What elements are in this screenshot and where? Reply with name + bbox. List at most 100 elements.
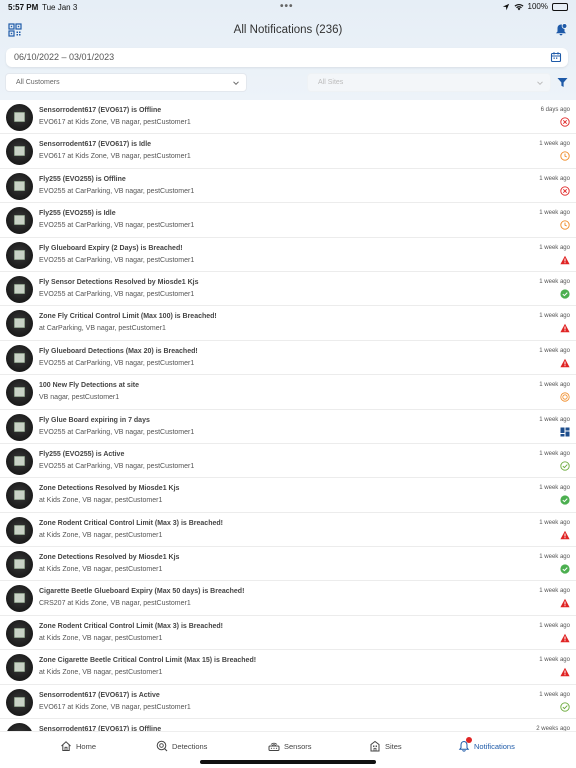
notification-time: 1 week ago bbox=[539, 485, 570, 492]
notification-title: Sensorrodent617 (EVO617) is Offline bbox=[39, 107, 162, 114]
notification-subtitle: EVO617 at Kids Zone, VB nagar, pestCusto… bbox=[39, 703, 191, 711]
wifi-icon bbox=[514, 3, 524, 10]
idle-clock-icon bbox=[560, 220, 570, 230]
sites-select[interactable]: All Sites bbox=[307, 73, 551, 92]
customers-select[interactable]: All Customers bbox=[5, 73, 247, 92]
offline-x-icon bbox=[560, 186, 570, 196]
notification-row[interactable]: 100 New Fly Detections at site VB nagar, … bbox=[0, 375, 576, 410]
check-circle-icon bbox=[560, 495, 570, 505]
notification-title: Zone Detections Resolved by Miosde1 Kjs bbox=[39, 554, 180, 562]
idle-clock-icon bbox=[560, 151, 570, 162]
notification-title: Zone Rodent Critical Control Limit (Max … bbox=[39, 622, 223, 630]
tab-home-label: Home bbox=[76, 741, 97, 751]
date-range-field[interactable]: 06/10/2022 – 03/01/2023 bbox=[6, 48, 568, 67]
notification-subtitle: EVO255 at CarParking, VB nagar, pestCust… bbox=[39, 222, 195, 230]
notification-row[interactable]: Zone Rodent Critical Control Limit (Max … bbox=[0, 616, 576, 651]
tab-sites[interactable]: Sites bbox=[369, 740, 402, 752]
tab-home[interactable]: Home bbox=[60, 740, 96, 752]
status-right: 100% bbox=[502, 2, 568, 11]
notification-title: Fly Glueboard Detections (Max 20) is Bre… bbox=[39, 347, 198, 355]
sensor-avatar bbox=[6, 241, 33, 269]
calendar-icon[interactable] bbox=[550, 51, 562, 63]
notification-row[interactable]: Sensorrodent617 (EVO617) is Active EVO617… bbox=[0, 685, 576, 720]
sensor-chip-icon bbox=[14, 421, 25, 432]
notification-row[interactable]: Fly Sensor Detections Resolved by Miosde… bbox=[0, 272, 576, 307]
notification-row[interactable]: Zone Detections Resolved by Miosde1 Kjs a… bbox=[0, 547, 576, 582]
notification-list[interactable]: Sensorrodent617 (EVO617) is Offline EVO61… bbox=[0, 100, 576, 731]
sensor-chip-icon bbox=[14, 180, 25, 191]
notification-title: Zone Rodent Critical Control Limit (Max … bbox=[39, 519, 223, 527]
notification-row[interactable]: Fly Glueboard Detections (Max 20) is Bre… bbox=[0, 341, 576, 376]
date-range-text: 06/10/2022 – 03/01/2023 bbox=[14, 52, 115, 62]
sensor-avatar bbox=[6, 688, 33, 716]
notification-time: 1 week ago bbox=[539, 588, 570, 595]
sensor-chip-icon bbox=[14, 696, 25, 707]
multitask-dots[interactable]: ••• bbox=[280, 1, 294, 12]
battery-icon bbox=[552, 2, 568, 11]
notification-time: 1 week ago bbox=[539, 278, 570, 285]
glueboard-grid-icon bbox=[560, 427, 570, 437]
notification-row[interactable]: Fly Glueboard Expiry (2 Days) is Breache… bbox=[0, 238, 576, 272]
notification-row[interactable]: Sensorrodent617 (EVO617) is Offline EVO61… bbox=[0, 100, 576, 135]
notification-time: 6 days ago bbox=[540, 107, 570, 113]
warning-triangle-icon bbox=[560, 668, 570, 677]
sensor-avatar bbox=[6, 516, 33, 544]
notification-row[interactable]: Fly Glue Board expiring in 7 days EVO255 … bbox=[0, 410, 576, 444]
notification-badge-dot bbox=[466, 737, 472, 743]
tab-sensors[interactable]: Sensors bbox=[268, 740, 312, 752]
sensor-avatar bbox=[6, 310, 33, 338]
sensor-avatar bbox=[6, 344, 33, 372]
notification-title: Zone Cigarette Beetle Critical Control L… bbox=[39, 657, 257, 665]
notification-row[interactable]: Fly255 (EVO255) is Offline EVO255 at CarP… bbox=[0, 169, 576, 204]
sensor-chip-icon bbox=[14, 352, 25, 363]
notification-title: Fly Glueboard Expiry (2 Days) is Breache… bbox=[39, 244, 183, 252]
notification-time: 1 week ago bbox=[539, 416, 570, 423]
active-check-icon bbox=[560, 461, 570, 471]
sensor-avatar bbox=[6, 275, 33, 303]
warning-triangle-icon bbox=[560, 530, 570, 539]
tab-detections[interactable]: Detections bbox=[156, 740, 207, 752]
sensor-avatar bbox=[6, 172, 33, 200]
sensor-chip-icon bbox=[14, 283, 25, 294]
sites-select-value: All Sites bbox=[318, 79, 344, 86]
status-date: Tue Jan 3 bbox=[42, 3, 78, 12]
tab-notifications[interactable]: Notifications bbox=[458, 737, 515, 752]
notification-row[interactable]: Fly255 (EVO255) is Active EVO255 at CarPa… bbox=[0, 444, 576, 479]
notification-row[interactable]: Sensorrodent617 (EVO617) is Idle EVO617 a… bbox=[0, 134, 576, 169]
home-icon bbox=[61, 741, 71, 751]
sensor-avatar bbox=[6, 619, 33, 647]
bell-alert-icon[interactable] bbox=[554, 23, 568, 37]
notification-title: Cigarette Beetle Glueboard Expiry (Max 5… bbox=[39, 588, 245, 596]
warning-triangle-icon bbox=[560, 255, 570, 264]
notification-row[interactable]: Zone Rodent Critical Control Limit (Max … bbox=[0, 513, 576, 548]
notification-subtitle: EVO255 at CarParking, VB nagar, pestCust… bbox=[39, 256, 195, 264]
notification-subtitle: at Kids Zone, VB nagar, pestCustomer1 bbox=[39, 634, 163, 642]
sites-icon bbox=[370, 740, 380, 752]
sensor-chip-icon bbox=[14, 249, 25, 260]
notification-subtitle: at CarParking, VB nagar, pestCustomer1 bbox=[39, 325, 166, 333]
notification-row[interactable]: Zone Cigarette Beetle Critical Control L… bbox=[0, 650, 576, 685]
warning-triangle-icon bbox=[560, 599, 570, 608]
sensor-avatar bbox=[6, 104, 33, 131]
check-circle-icon bbox=[560, 289, 570, 299]
notification-row[interactable]: Sensorrodent617 (EVO617) is Offline 2 wee… bbox=[0, 719, 576, 731]
check-circle-icon bbox=[560, 564, 570, 574]
notification-row[interactable]: Zone Detections Resolved by Miosde1 Kjs a… bbox=[0, 478, 576, 513]
customers-select-value: All Customers bbox=[16, 79, 60, 86]
notification-subtitle: EVO617 at Kids Zone, VB nagar, pestCusto… bbox=[39, 153, 191, 161]
notification-title: Fly Sensor Detections Resolved by Miosde… bbox=[39, 278, 199, 286]
notification-row[interactable]: Zone Fly Critical Control Limit (Max 100… bbox=[0, 306, 576, 341]
chevron-down-icon bbox=[233, 81, 239, 86]
filter-icon[interactable] bbox=[557, 77, 568, 88]
notification-time: 1 week ago bbox=[539, 450, 570, 457]
notification-row[interactable]: Cigarette Beetle Glueboard Expiry (Max 5… bbox=[0, 581, 576, 616]
sensor-chip-icon bbox=[14, 490, 25, 501]
notification-title: Fly255 (EVO255) is Active bbox=[39, 450, 125, 458]
tab-sensors-label: Sensors bbox=[284, 741, 312, 751]
notification-title: Sensorrodent617 (EVO617) is Idle bbox=[39, 141, 152, 149]
chevron-down-icon bbox=[537, 81, 543, 86]
sensor-chip-icon bbox=[14, 662, 25, 673]
warning-triangle-icon bbox=[560, 324, 570, 333]
notification-row[interactable]: Fly255 (EVO255) is Idle EVO255 at CarPark… bbox=[0, 203, 576, 238]
notification-title: 100 New Fly Detections at site bbox=[39, 382, 139, 390]
